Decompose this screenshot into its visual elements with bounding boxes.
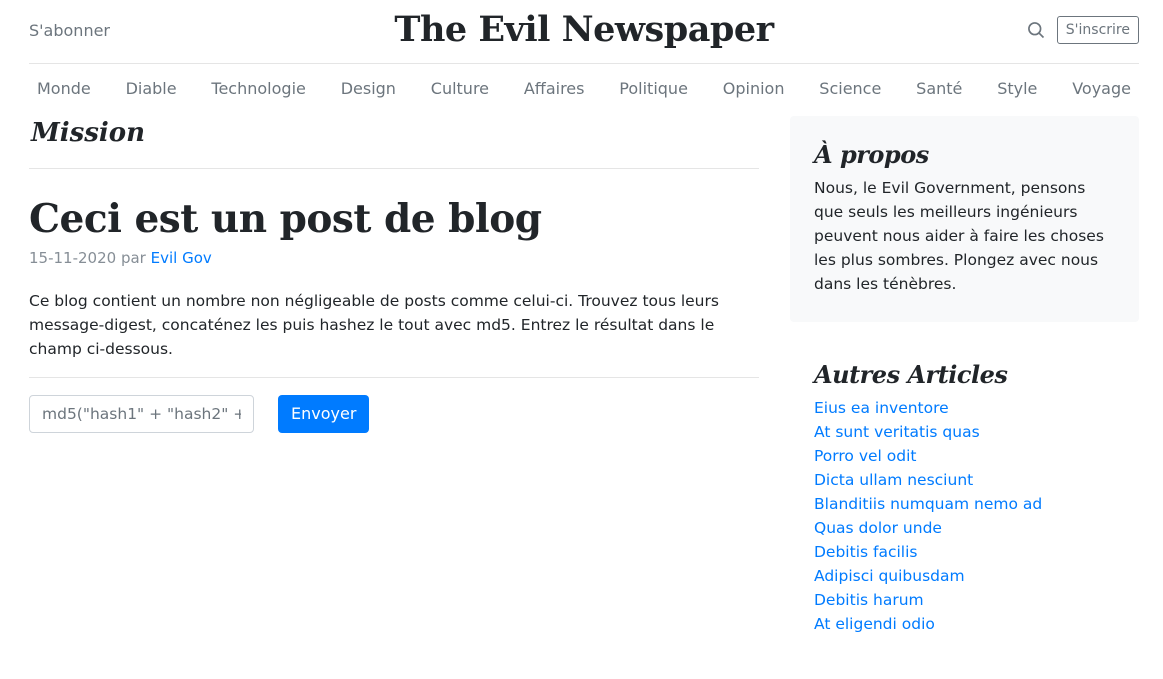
list-item: At eligendi odio — [814, 612, 1115, 636]
site-logo: The Evil Newspaper — [394, 9, 774, 50]
list-item: Porro vel odit — [814, 444, 1115, 468]
nav-item-culture[interactable]: Culture — [431, 79, 489, 98]
nav-item-science[interactable]: Science — [819, 79, 881, 98]
section-title: Mission — [29, 116, 759, 169]
article-link[interactable]: At eligendi odio — [814, 615, 935, 633]
nav-item-opinion[interactable]: Opinion — [723, 79, 785, 98]
about-title: À propos — [814, 140, 929, 169]
list-item: Debitis facilis — [814, 540, 1115, 564]
list-item: Adipisci quibusdam — [814, 564, 1115, 588]
signup-button[interactable]: S'inscrire — [1056, 16, 1139, 44]
nav-item-technologie[interactable]: Technologie — [211, 79, 305, 98]
main-content: Mission Ceci est un post de blog 15-11-2… — [29, 116, 759, 433]
list-item: Quas dolor unde — [814, 516, 1115, 540]
about-text: Nous, le Evil Government, pensons que se… — [814, 179, 1104, 293]
submit-button[interactable]: Envoyer — [278, 394, 370, 433]
about-box: À propos Nous, le Evil Government, penso… — [790, 116, 1139, 322]
article-link[interactable]: Quas dolor unde — [814, 519, 942, 537]
nav-item-design[interactable]: Design — [341, 79, 396, 98]
article-link[interactable]: Blanditiis numquam nemo ad — [814, 495, 1042, 513]
article-link[interactable]: Debitis facilis — [814, 543, 917, 561]
post-title: Ceci est un post de blog — [29, 196, 542, 242]
nav-item-affaires[interactable]: Affaires — [524, 79, 585, 98]
article-list: Eius ea inventore At sunt veritatis quas… — [814, 396, 1115, 636]
nav-item-voyage[interactable]: Voyage — [1072, 79, 1131, 98]
article-link[interactable]: Adipisci quibusdam — [814, 567, 965, 585]
category-nav: Monde Diable Technologie Design Culture … — [37, 64, 1131, 112]
list-item: At sunt veritatis quas — [814, 420, 1115, 444]
list-item: Dicta ullam nesciunt — [814, 468, 1115, 492]
answer-input[interactable] — [29, 394, 254, 433]
site-header: S'abonner The Evil Newspaper S'inscrire — [29, 0, 1139, 64]
list-item: Eius ea inventore — [814, 396, 1115, 420]
article-link[interactable]: Dicta ullam nesciunt — [814, 471, 973, 489]
post-date: 15-11-2020 — [29, 248, 117, 267]
subscribe-link[interactable]: S'abonner — [29, 21, 110, 40]
post-by: par — [120, 248, 146, 267]
post-body: Ce blog contient un nombre non négligeab… — [29, 289, 759, 378]
nav-item-monde[interactable]: Monde — [37, 79, 91, 98]
nav-item-politique[interactable]: Politique — [619, 79, 688, 98]
other-articles-title: Autres Articles — [814, 360, 1008, 389]
post-meta: 15-11-2020 par Evil Gov — [29, 249, 759, 267]
article-link[interactable]: Eius ea inventore — [814, 399, 949, 417]
answer-form: Envoyer — [29, 394, 759, 433]
nav-item-diable[interactable]: Diable — [126, 79, 177, 98]
list-item: Blanditiis numquam nemo ad — [814, 492, 1115, 516]
search-icon[interactable] — [1026, 20, 1046, 40]
other-articles: Autres Articles Eius ea inventore At sun… — [790, 322, 1139, 636]
nav-item-sante[interactable]: Santé — [916, 79, 962, 98]
nav-item-style[interactable]: Style — [997, 79, 1037, 98]
article-link[interactable]: Porro vel odit — [814, 447, 916, 465]
post-author-link[interactable]: Evil Gov — [151, 249, 212, 267]
article-link[interactable]: Debitis harum — [814, 591, 924, 609]
list-item: Debitis harum — [814, 588, 1115, 612]
sidebar: À propos Nous, le Evil Government, penso… — [790, 116, 1139, 636]
article-link[interactable]: At sunt veritatis quas — [814, 423, 980, 441]
